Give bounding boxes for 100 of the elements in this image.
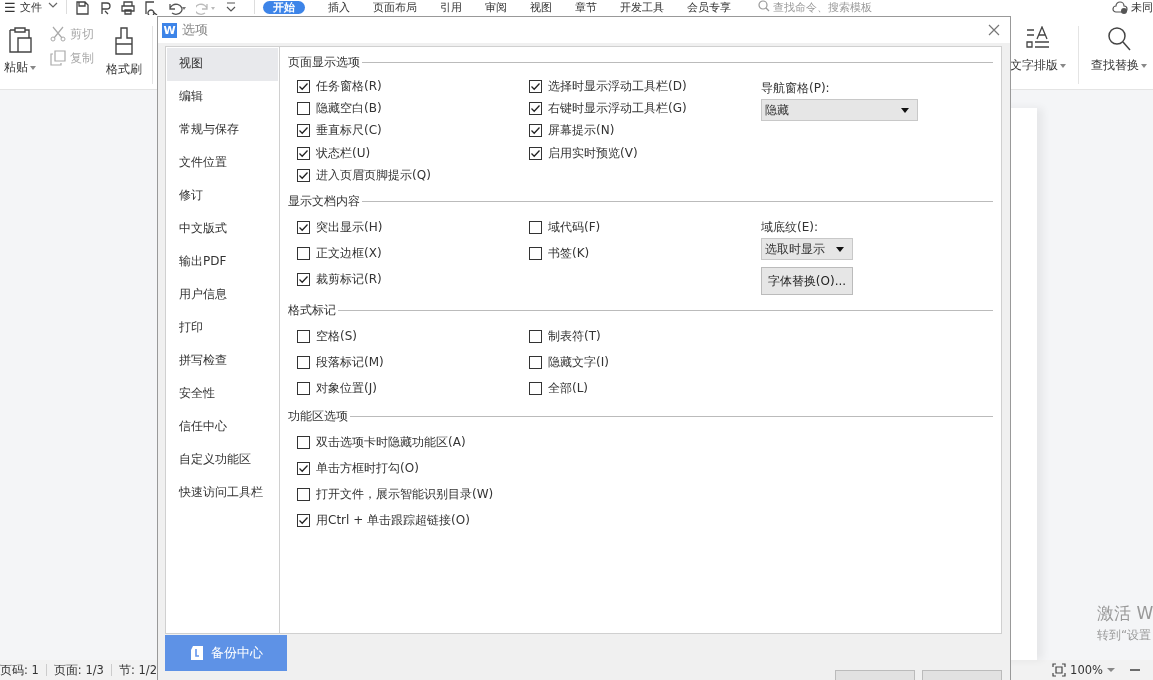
status-item[interactable]: 页面: 1/3 <box>53 662 111 678</box>
checkbox[interactable] <box>529 221 542 234</box>
checkbox[interactable] <box>529 124 542 138</box>
sidebar-item[interactable]: 信任中心 <box>167 411 278 444</box>
sidebar-item[interactable]: 文件位置 <box>167 147 278 180</box>
undo-icon[interactable] <box>166 1 187 15</box>
close-icon[interactable] <box>988 24 1000 36</box>
activation-notice: 激活 W <box>1097 602 1153 625</box>
activation-notice: 转到“设置 <box>1097 627 1153 644</box>
checkbox-option[interactable]: 状态栏(U) <box>297 141 371 165</box>
clipboard-icon <box>7 26 33 54</box>
ribbon-tab[interactable]: 插入 <box>327 1 350 14</box>
checkbox[interactable] <box>529 79 542 93</box>
ribbon-button[interactable]: 查找替换 <box>1085 26 1153 73</box>
checkbox[interactable] <box>529 330 542 343</box>
chevron-down-icon[interactable] <box>224 1 237 13</box>
checkbox[interactable] <box>297 146 310 160</box>
ribbon-tab[interactable]: 页面布局 <box>372 1 417 14</box>
checkbox-option[interactable]: 垂直标尺(C) <box>297 119 382 142</box>
checkbox-option[interactable]: 双击选项卡时隐藏功能区(A) <box>297 429 466 456</box>
checkbox-option[interactable]: 对象位置(J) <box>297 375 377 402</box>
checkbox[interactable] <box>297 382 310 395</box>
ribbon-button[interactable]: 文字排版 <box>1004 26 1072 73</box>
sidebar-item[interactable]: 编辑 <box>167 81 278 114</box>
cloud-icon[interactable] <box>1112 1 1128 15</box>
ribbon-tab[interactable]: 审阅 <box>484 1 507 14</box>
checkbox-option[interactable]: 启用实时预览(V) <box>529 141 638 165</box>
ribbon-button[interactable]: 粘贴 <box>0 26 40 75</box>
sidebar-item[interactable]: 自定义功能区 <box>167 444 278 477</box>
sidebar-item[interactable]: 快速访问工具栏 <box>167 477 278 510</box>
checkbox-option[interactable]: 右键时显示浮动工具栏(G) <box>529 97 687 120</box>
checkbox-option[interactable]: 裁剪标记(R) <box>297 266 382 293</box>
checkbox[interactable] <box>297 124 310 138</box>
checkbox[interactable] <box>297 488 310 501</box>
font-substitution-button[interactable]: 字体替换(O)... <box>761 267 853 296</box>
checkbox-option[interactable]: 段落标记(M) <box>297 349 384 376</box>
ribbon-tab[interactable]: 视图 <box>529 1 552 14</box>
dropdown[interactable]: 选取时显示 <box>761 238 853 261</box>
checkbox[interactable] <box>529 101 542 115</box>
checkbox[interactable] <box>297 168 310 182</box>
checkbox[interactable] <box>297 101 310 115</box>
checkbox[interactable] <box>529 247 542 260</box>
checkbox-option[interactable]: 突出显示(H) <box>297 214 383 241</box>
chevron-down-icon[interactable] <box>47 1 58 9</box>
sidebar-item[interactable]: 打印 <box>167 312 278 345</box>
checkbox-option[interactable]: 空格(S) <box>297 323 357 350</box>
checkbox[interactable] <box>529 356 542 369</box>
checkbox[interactable] <box>297 273 310 286</box>
sidebar-item[interactable]: 修订 <box>167 180 278 213</box>
checkbox-option[interactable]: 正文边框(X) <box>297 240 382 267</box>
checkbox-option[interactable]: 选择时显示浮动工具栏(D) <box>529 75 687 98</box>
checkbox-option[interactable]: 屏幕提示(N) <box>529 119 615 142</box>
status-item[interactable]: 页码: 1 <box>0 662 46 678</box>
checkbox[interactable] <box>297 221 310 234</box>
checkbox-option[interactable]: 任务窗格(R) <box>297 75 382 98</box>
checkbox-option[interactable]: 书签(K) <box>529 240 590 267</box>
checkbox-option[interactable]: 用Ctrl + 单击跟踪超链接(O) <box>297 507 470 534</box>
sidebar-item[interactable]: 中文版式 <box>167 213 278 246</box>
sidebar-item[interactable]: 拼写检查 <box>167 345 278 378</box>
save-icon[interactable] <box>74 1 89 15</box>
ribbon-button[interactable]: 格式刷 <box>102 26 146 77</box>
checkbox-option[interactable]: 进入页眉页脚提示(Q) <box>297 164 431 187</box>
app-logo: W <box>162 22 177 38</box>
menu-icon[interactable]: ☰ <box>4 1 16 14</box>
checkbox[interactable] <box>297 462 310 475</box>
ribbon-tab[interactable]: 章节 <box>574 1 597 14</box>
sidebar-item[interactable]: 输出PDF <box>167 246 278 279</box>
sidebar-item[interactable]: 安全性 <box>167 378 278 411</box>
checkbox[interactable] <box>297 436 310 449</box>
checkbox-option[interactable]: 全部(L) <box>529 375 589 402</box>
checkbox[interactable] <box>297 330 310 343</box>
checkbox[interactable] <box>297 247 310 260</box>
ribbon-tab[interactable]: 开发工具 <box>619 1 664 14</box>
checkbox[interactable] <box>297 79 310 93</box>
scissors-icon <box>50 26 66 42</box>
print-icon[interactable] <box>120 1 135 15</box>
ribbon-tab[interactable]: 开始 <box>262 1 305 14</box>
checkbox-option[interactable]: 域代码(F) <box>529 214 601 241</box>
caret-icon[interactable] <box>1107 667 1115 673</box>
checkbox[interactable] <box>297 514 310 527</box>
zoom-level[interactable]: 100% <box>1070 663 1103 677</box>
checkbox-option[interactable]: 打开文件，展示智能识别目录(W) <box>297 481 494 508</box>
checkbox[interactable] <box>529 382 542 395</box>
checkbox-option[interactable]: 单击方框时打勾(O) <box>297 455 419 482</box>
file-menu[interactable]: 文件 <box>19 1 42 14</box>
section-heading: 功能区选项 <box>288 408 348 425</box>
checkbox-option[interactable]: 隐藏空白(B) <box>297 97 382 120</box>
checkbox[interactable] <box>529 146 542 160</box>
fit-page-icon[interactable] <box>1052 663 1067 677</box>
sidebar-item[interactable]: 用户信息 <box>167 279 278 312</box>
ribbon-tab[interactable]: 会员专享 <box>686 1 731 14</box>
checkbox[interactable] <box>297 356 310 369</box>
sidebar-item[interactable]: 视图 <box>167 48 278 81</box>
sync-status[interactable]: 未同 <box>1131 1 1153 14</box>
dropdown[interactable]: 隐藏 <box>761 99 918 121</box>
checkbox-option[interactable]: 制表符(T) <box>529 323 601 350</box>
sidebar-item[interactable]: 常规与保存 <box>167 114 278 147</box>
checkbox-option[interactable]: 隐藏文字(I) <box>529 349 609 376</box>
ribbon-tab[interactable]: 引用 <box>439 1 462 14</box>
search-icon <box>757 0 770 12</box>
